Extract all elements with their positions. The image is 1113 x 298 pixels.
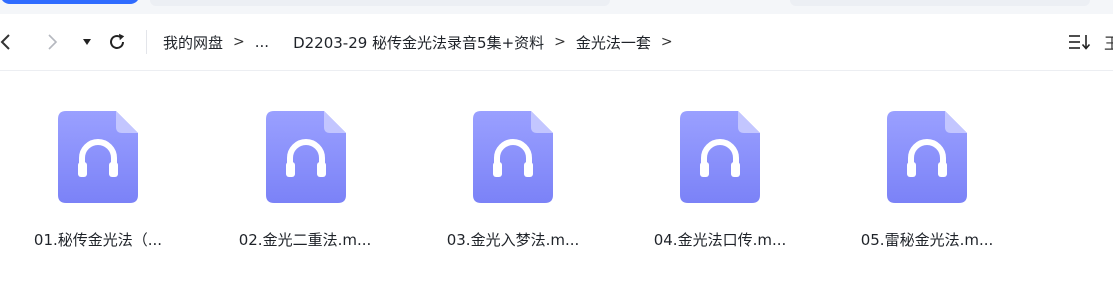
audio-file-icon (680, 111, 760, 203)
caret-down-icon (83, 39, 91, 45)
more-options-button[interactable]: 王 (1104, 28, 1113, 56)
breadcrumb-separator: > (554, 34, 566, 50)
breadcrumb-separator: > (233, 34, 245, 50)
history-dropdown-button[interactable] (78, 28, 96, 56)
file-grid: 01.秘传金光法（... 02.金光二重法.m... 03.金光入梦法.m... (0, 71, 1113, 298)
file-name: 02.金光二重法.m... (238, 231, 372, 249)
file-name: 01.秘传金光法（... (33, 231, 163, 249)
sort-button[interactable] (1064, 28, 1094, 56)
search-area (790, 0, 1090, 6)
breadcrumb-item-folder[interactable]: D2203-29 秘传金光法录音5集+资料 (293, 32, 544, 53)
chevron-right-icon (48, 34, 58, 50)
back-button[interactable] (0, 28, 18, 56)
window-top-strip (0, 0, 1113, 14)
refresh-button[interactable] (104, 28, 130, 56)
file-name: 04.金光法口传.m... (653, 231, 787, 249)
audio-file-icon (266, 111, 346, 203)
file-item[interactable]: 04.金光法口传.m... (635, 71, 805, 261)
file-name: 05.雷秘金光法.m... (860, 231, 994, 249)
sort-list-icon (1069, 35, 1091, 50)
audio-file-icon (887, 111, 967, 203)
nav-divider (146, 30, 147, 54)
audio-file-icon (473, 111, 553, 203)
file-item[interactable]: 05.雷秘金光法.m... (842, 71, 1012, 261)
chevron-left-icon (0, 34, 10, 50)
file-name: 03.金光入梦法.m... (446, 231, 580, 249)
breadcrumb: 我的网盘 > ... D2203-29 秘传金光法录音5集+资料 > 金光法一套… (163, 28, 683, 56)
address-area (150, 0, 610, 6)
forward-button[interactable] (40, 28, 64, 56)
file-item[interactable]: 02.金光二重法.m... (220, 71, 390, 261)
breadcrumb-item-current[interactable]: 金光法一套 (576, 32, 651, 53)
more-options-label: 王 (1104, 34, 1113, 53)
file-item[interactable]: 03.金光入梦法.m... (428, 71, 598, 261)
breadcrumb-separator: > (660, 34, 673, 50)
active-tab-indicator (0, 0, 140, 4)
navigation-bar: 我的网盘 > ... D2203-29 秘传金光法录音5集+资料 > 金光法一套… (0, 14, 1113, 71)
breadcrumb-item-root[interactable]: 我的网盘 (163, 32, 223, 53)
file-item[interactable]: 01.秘传金光法（... (13, 71, 183, 261)
audio-file-icon (58, 111, 138, 203)
refresh-icon (110, 33, 125, 49)
breadcrumb-item-ellipsis[interactable]: ... (255, 33, 269, 51)
